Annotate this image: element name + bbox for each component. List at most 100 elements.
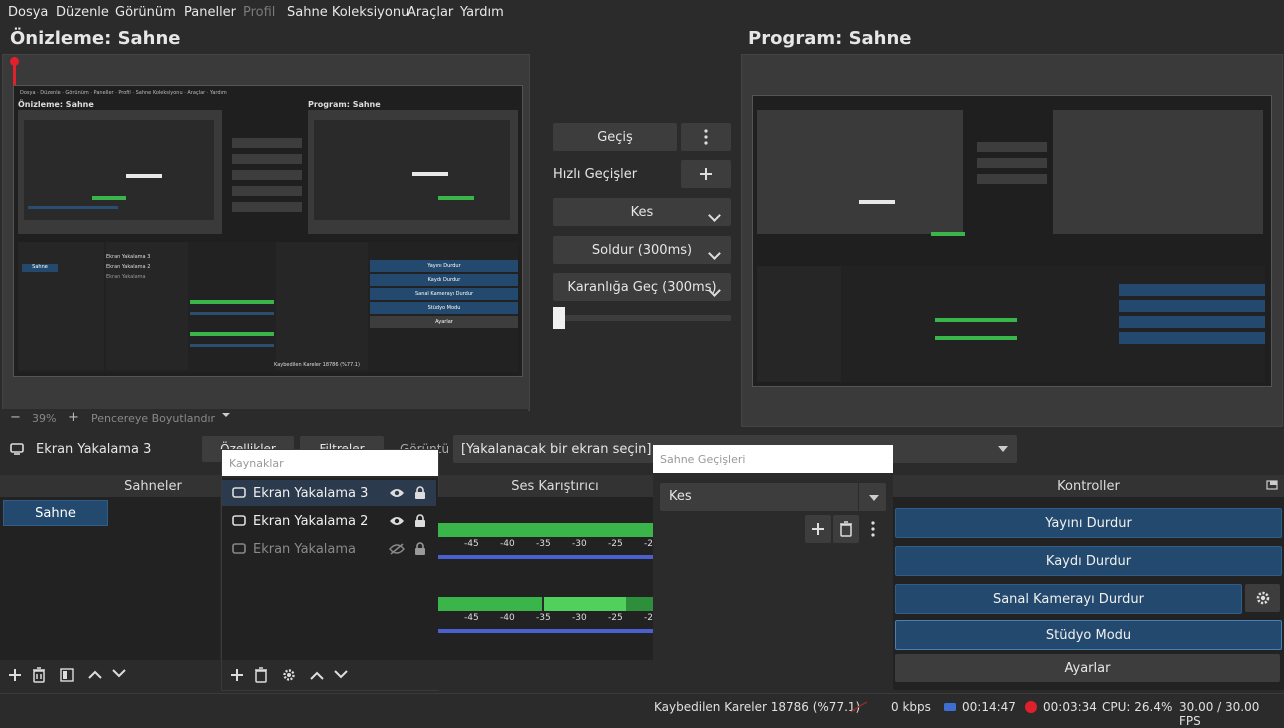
menu-profile[interactable]: Profil [243,5,275,20]
settings-button[interactable]: Ayarlar [895,654,1280,682]
bitrate: 0 kbps [891,700,931,714]
lock-icon[interactable] [414,542,426,556]
kebab-icon [704,129,708,145]
t-bar-track[interactable] [553,315,731,321]
move-down-icon[interactable] [334,670,348,680]
remove-transition-button[interactable] [833,515,859,543]
transition-properties-button[interactable] [861,515,885,543]
chevron-down-icon [710,247,719,262]
scene-filters-icon[interactable] [60,668,74,682]
tick-label: -45 [464,539,479,549]
mixer-meter-2 [438,597,653,611]
sources-dock-title: Kaynaklar [222,450,438,476]
menu-docks[interactable]: Paneller [184,5,236,20]
nested-ctrl-2: Kaydı Durdur [370,274,518,286]
add-scene-icon[interactable] [8,668,22,682]
virtual-camera-settings-button[interactable] [1245,584,1280,612]
source-item-3[interactable]: Ekran Yakalama [222,536,436,562]
cpu-usage: CPU: 26.4% [1102,700,1173,714]
menu-edit[interactable]: Düzenle [56,5,109,20]
preview-canvas[interactable]: Dosya · Düzenle · Görünüm · Paneller · P… [2,54,530,411]
transition-select[interactable]: Kes [660,483,886,511]
nested-inner-screen [24,120,214,220]
move-down-icon[interactable] [112,669,126,679]
gear-icon[interactable] [282,668,296,682]
add-transition-button[interactable] [805,515,831,543]
tick-label: -2 [644,539,653,549]
stop-recording-button[interactable]: Kaydı Durdur [895,546,1282,576]
menu-help[interactable]: Yardım [460,5,504,20]
quick-transition-fade[interactable]: Soldur (300ms) [553,236,731,264]
stop-streaming-button[interactable]: Yayını Durdur [895,508,1282,538]
dock-float-icon[interactable] [1266,480,1278,490]
monitor-icon [232,515,246,526]
add-quick-transition-button[interactable] [681,160,731,188]
eye-hidden-icon[interactable] [389,543,405,555]
stop-virtual-camera-button[interactable]: Sanal Kamerayı Durdur [895,584,1242,614]
trash-icon[interactable] [254,667,268,683]
monitor-icon [10,443,24,455]
transition-button[interactable]: Geçiş [553,123,677,151]
nested-source-3: Ekran Yakalama [106,274,146,280]
trash-icon[interactable] [32,667,46,683]
lock-icon[interactable] [414,514,426,528]
menu-tools[interactable]: Araçlar [407,5,453,20]
mixer-dock-title: Ses Karıştırıcı [437,475,673,497]
t-bar-handle[interactable] [553,307,565,329]
source-item-1[interactable]: Ekran Yakalama 3 [222,480,436,506]
nested-ctrl-3: Sanal Kamerayı Durdur [370,288,518,300]
quick-transition-fade-black[interactable]: Karanlığa Geç (300ms) [553,273,731,301]
zoom-out-button[interactable]: − [10,410,21,425]
volume-slider-1[interactable] [438,555,653,559]
move-up-icon[interactable] [88,669,102,679]
menu-view[interactable]: Görünüm [115,5,176,20]
studio-mode-button[interactable]: Stüdyo Modu [895,620,1282,650]
zoom-dropdown-icon[interactable] [220,409,232,421]
zoom-bar: − 39% + Pencereye Boyutlandır [2,409,528,427]
add-source-icon[interactable] [230,668,244,682]
scene-item-label: Sahne [35,505,76,521]
menu-file[interactable]: Dosya [8,5,48,20]
transitions-dock: Sahne Geçişleri Kes [653,445,893,689]
move-up-icon[interactable] [310,670,324,680]
tick-label: -35 [536,613,551,623]
menu-bar: Dosya Düzenle Görünüm Paneller Profil Sa… [0,0,1284,26]
sources-toolbar [222,661,438,689]
eye-icon[interactable] [389,516,405,526]
chevron-down-icon [710,209,719,224]
source-name-3: Ekran Yakalama [253,542,357,557]
tick-label: -40 [500,539,515,549]
fit-to-window-button[interactable]: Pencereye Boyutlandır [91,412,215,425]
quick-transition-cut[interactable]: Kes [553,198,731,226]
eye-icon[interactable] [389,488,405,498]
zoom-in-button[interactable]: + [68,410,79,425]
menu-scene-collection[interactable]: Sahne Koleksiyonu [287,5,409,20]
transition-select-value: Kes [669,489,692,504]
mixer-footer [438,660,653,690]
nested-menu: Dosya · Düzenle · Görünüm · Paneller · P… [20,90,227,96]
tick-label: -2 [644,613,653,623]
tick-label: -30 [572,539,587,549]
transition-menu-button[interactable] [681,123,731,151]
scene-item-sahne[interactable]: Sahne [3,500,108,526]
kebab-icon [871,521,875,537]
quick-transition-fade-black-label: Karanlığa Geç (300ms) [567,279,717,295]
source-item-2[interactable]: Ekran Yakalama 2 [222,508,436,534]
monitor-icon [232,487,246,498]
tick-label: -30 [572,613,587,623]
lock-icon[interactable] [414,486,426,500]
nested-scene-item: Sahne [22,264,58,272]
meter-fill [438,597,542,611]
volume-slider-2[interactable] [438,629,653,633]
audio-mixer: -45 -40 -35 -30 -25 -2 -45 -40 -35 -30 -… [438,497,653,660]
monitor-icon [232,543,246,554]
program-canvas [741,54,1283,427]
network-graph-icon [850,701,868,713]
nested-source-1: Ekran Yakalama 3 [106,254,151,260]
nested-preview-title: Önizleme: Sahne [18,100,94,109]
program-title: Program: Sahne [748,28,912,49]
nested-ctrl-5: Ayarlar [370,316,518,328]
mixer-meter-1 [438,523,653,537]
record-time: 00:03:34 [1043,700,1097,714]
tick-label: -45 [464,613,479,623]
